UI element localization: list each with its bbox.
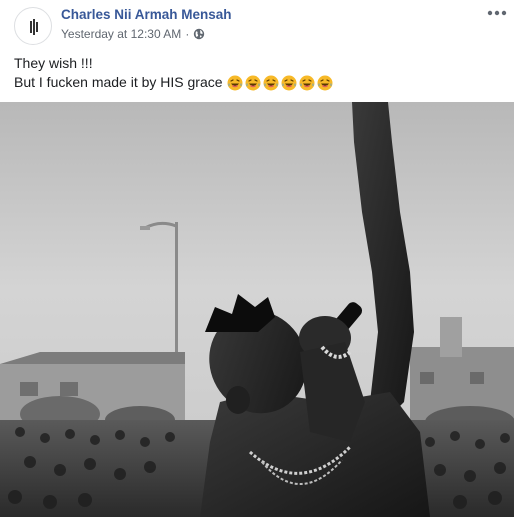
emoji-group (227, 75, 335, 91)
post-text-line-2-row: But I fucken made it by HIS grace (14, 73, 335, 92)
meta-separator: · (185, 27, 190, 41)
globe-icon[interactable] (193, 28, 205, 40)
laughing-crying-emoji (299, 75, 315, 90)
post-text: They wish !!! But I fucken made it by HI… (14, 54, 335, 92)
laughing-crying-emoji (245, 75, 261, 90)
facebook-post: Charles Nii Armah Mensah Yesterday at 12… (0, 0, 514, 517)
post-meta: Yesterday at 12:30 AM · (61, 27, 205, 41)
post-photo[interactable] (0, 102, 514, 517)
post-text-line-1: They wish !!! (14, 55, 93, 71)
laughing-crying-emoji (317, 75, 333, 90)
photo-illustration (0, 102, 514, 517)
more-options-icon (487, 10, 507, 16)
post-header: Charles Nii Armah Mensah Yesterday at 12… (0, 0, 514, 45)
post-timestamp-link[interactable]: Yesterday at 12:30 AM (61, 27, 181, 41)
laughing-crying-emoji (281, 75, 297, 90)
post-text-line-2: But I fucken made it by HIS grace (14, 74, 223, 90)
more-options-button[interactable] (484, 4, 510, 22)
avatar-bars-icon (30, 19, 38, 35)
laughing-crying-emoji (263, 75, 279, 90)
author-avatar[interactable] (14, 7, 52, 45)
laughing-crying-emoji (227, 75, 243, 90)
author-name-link[interactable]: Charles Nii Armah Mensah (61, 7, 232, 22)
